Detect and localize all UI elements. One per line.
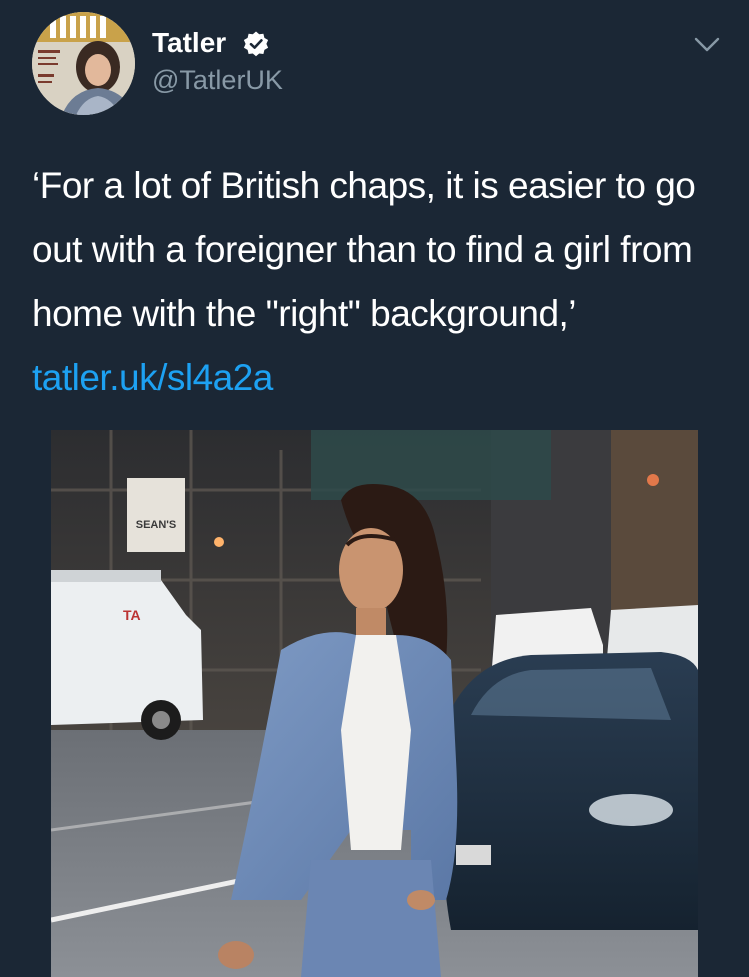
tweet-card: Tatler @TatlerUK ‘For a lot of British c… <box>0 0 749 977</box>
avatar[interactable] <box>32 12 135 115</box>
chevron-down-icon[interactable] <box>692 34 722 56</box>
seans-sign-text: SEAN'S <box>136 519 177 531</box>
van-sign-text: TA <box>123 607 141 623</box>
tweet-link[interactable]: tatler.uk/sl4a2a <box>32 357 273 398</box>
account-handle[interactable]: @TatlerUK <box>152 64 283 96</box>
street-photo: SEAN'S TA <box>51 430 698 977</box>
verified-badge-icon <box>243 31 269 57</box>
tweet-body: ‘For a lot of British chaps, it is easie… <box>32 165 696 334</box>
tweet-text: ‘For a lot of British chaps, it is easie… <box>32 154 722 410</box>
tweet-media-photo[interactable]: SEAN'S TA <box>51 430 698 977</box>
magazine-cover-icon <box>32 12 135 115</box>
display-name[interactable]: Tatler <box>152 26 226 60</box>
